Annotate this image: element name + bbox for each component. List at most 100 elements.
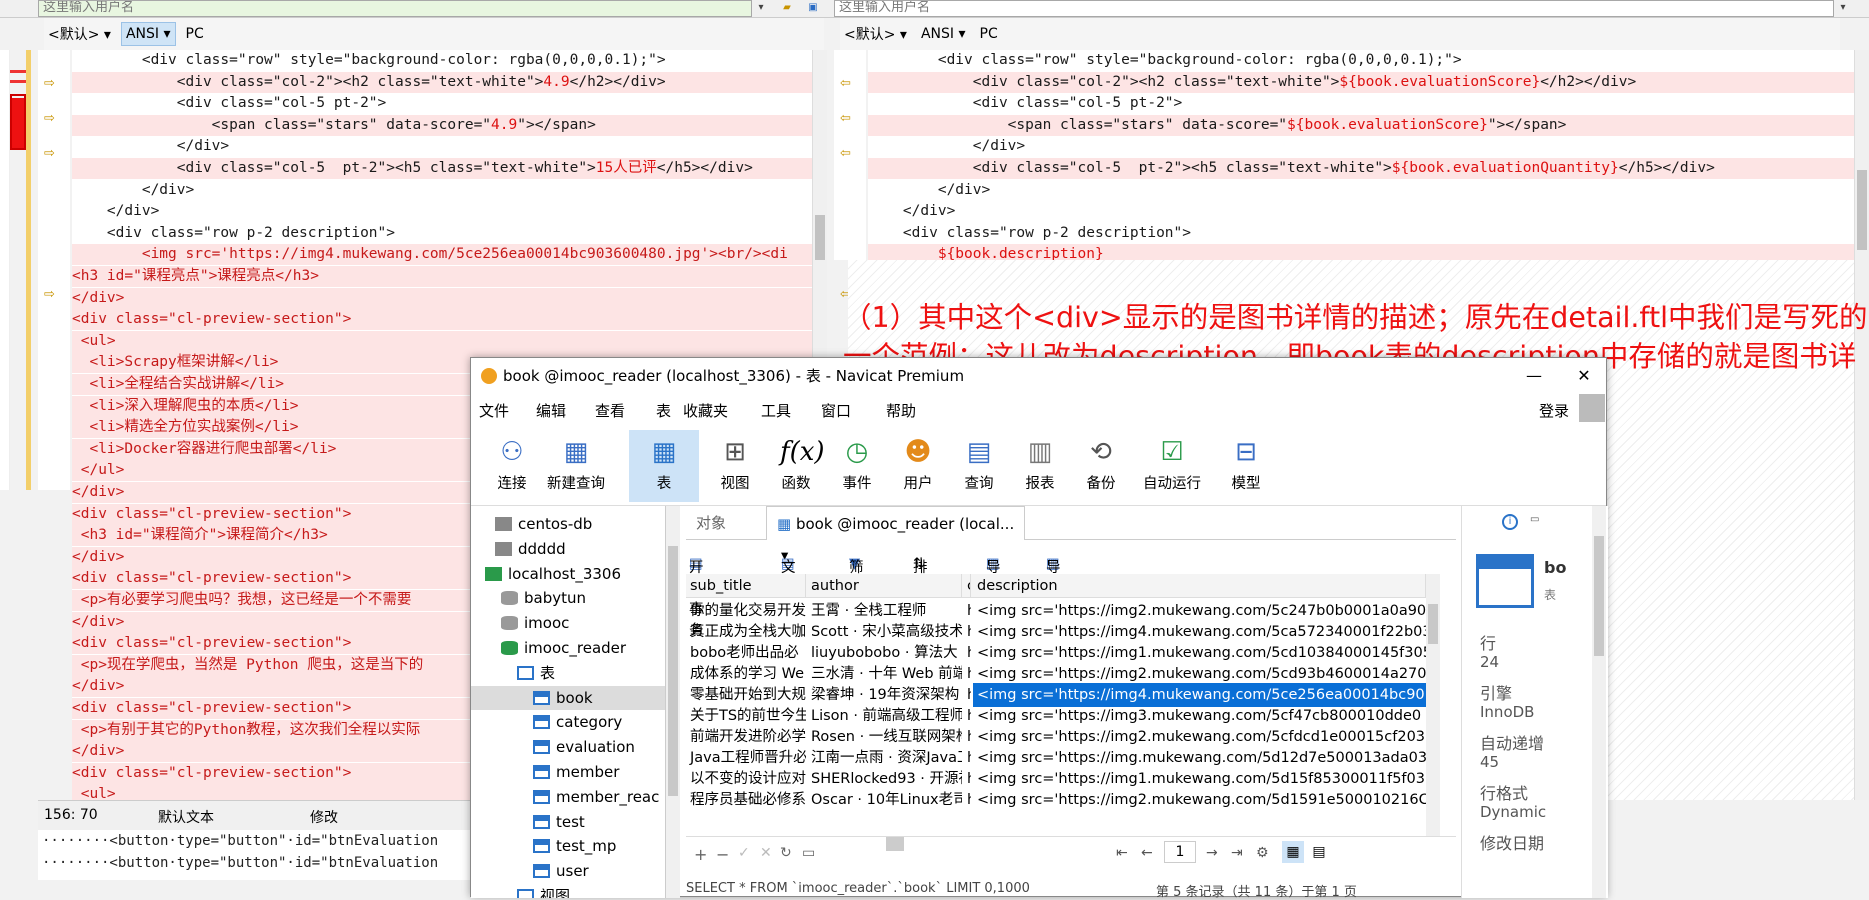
automation-button[interactable]: ☑ 自动运行 (1131, 430, 1213, 502)
menu-view[interactable]: 查看 (595, 400, 625, 421)
code-line[interactable]: <span class="stars" data-score="${book.e… (868, 114, 1858, 136)
discard-icon[interactable]: ✕ (760, 845, 772, 861)
connect-button[interactable]: ⚇ 连接 (477, 430, 547, 502)
code-line[interactable]: <div class="col-2"><h2 class="text-white… (868, 71, 1858, 93)
horizontal-scroll-thumb[interactable] (886, 837, 904, 851)
save-icon[interactable]: ▣ (806, 1, 820, 15)
tree-item-babytun[interactable]: babytun (471, 586, 665, 610)
tree-item-user[interactable]: user (471, 859, 665, 883)
grid-view-icon[interactable]: ▦ (1282, 841, 1304, 863)
diff-arrow-icon[interactable]: ⇦ (840, 111, 851, 126)
diff-arrow-icon[interactable]: ⇨ (44, 287, 55, 302)
code-line[interactable]: <div class="col-5 pt-2"> (868, 93, 1858, 114)
code-line[interactable]: <ul> (72, 330, 812, 352)
diff-overview-map[interactable] (0, 50, 28, 490)
code-line[interactable]: <span class="stars" data-score="4.9"></s… (72, 114, 812, 136)
model-button[interactable]: ⊟ 模型 (1211, 430, 1281, 502)
tree-item-test_mp[interactable]: test_mp (471, 834, 665, 858)
tree-item-book[interactable]: book (471, 685, 665, 710)
menu-file[interactable]: 文件 (479, 400, 509, 421)
right-code-editor[interactable]: <div class="row" style="background-color… (868, 50, 1858, 260)
left-preset-select[interactable]: <默认> ▾ (44, 21, 115, 47)
code-line[interactable]: <div class="row" style="background-color… (72, 50, 812, 71)
column-header[interactable]: author (807, 574, 962, 597)
right-eol-label[interactable]: PC (976, 23, 1002, 45)
menu-tools[interactable]: 工具 (761, 400, 791, 421)
grid-settings-icon[interactable]: ⚙ (1256, 845, 1269, 861)
table-button[interactable]: ▦ 表 (629, 430, 699, 502)
view-button[interactable]: ⊞ 视图 (700, 430, 770, 502)
code-line[interactable]: </div> (72, 287, 812, 309)
table-cell[interactable]: h (963, 788, 971, 812)
event-button[interactable]: ◷ 事件 (822, 430, 892, 502)
delete-record-icon[interactable]: − (716, 845, 729, 864)
diff-arrow-icon[interactable]: ⇨ (44, 76, 55, 91)
tab-book-table[interactable]: ▦ book @imooc_reader (local... (766, 506, 1026, 540)
query-button[interactable]: ▤ 查询 (944, 430, 1014, 502)
tree-scrollbar[interactable] (666, 506, 680, 898)
close-icon[interactable]: ✕ (1561, 358, 1607, 394)
right-preset-select[interactable]: <默认> ▾ (840, 21, 911, 47)
tree-item-localhost_3306[interactable]: localhost_3306 (471, 562, 665, 586)
menu-help[interactable]: 帮助 (886, 400, 916, 421)
code-line[interactable]: </div> (868, 136, 1858, 157)
code-line[interactable]: <div class="row p-2 description"> (72, 223, 812, 244)
code-line[interactable]: </div> (868, 180, 1858, 201)
refresh-icon[interactable]: ↻ (780, 845, 792, 861)
table-row[interactable]: 程序员基础必修系Oscar · 10年Linux老司h<img src='htt… (686, 788, 1426, 812)
right-encoding-select[interactable]: ANSI ▾ (917, 23, 970, 45)
first-page-icon[interactable]: ⇤ (1116, 845, 1128, 861)
column-header[interactable]: c (963, 574, 971, 597)
table-cell[interactable]: Oscar · 10年Linux老司 (807, 788, 962, 812)
code-line[interactable]: <img src='https://img4.mukewang.com/5ce2… (72, 244, 812, 266)
tree-item-evaluation[interactable]: evaluation (471, 735, 665, 759)
info-scrollbar[interactable] (1592, 506, 1606, 898)
left-path-dropdown-icon[interactable]: ▾ (754, 1, 768, 15)
right-path-input[interactable]: 这里输入用户名 (834, 0, 1834, 17)
tree-item-ddddd[interactable]: ddddd (471, 537, 665, 561)
report-button[interactable]: ▥ 报表 (1005, 430, 1075, 502)
tab-objects[interactable]: 对象 (686, 506, 736, 540)
table-cell[interactable]: <img src='https://img2.mukewang.com/5d15… (973, 788, 1426, 812)
form-view-icon[interactable]: ▤ (1308, 841, 1330, 863)
tree-item-member[interactable]: member (471, 760, 665, 784)
page-number-input[interactable]: 1 (1164, 841, 1196, 863)
left-eol-label[interactable]: PC (182, 23, 208, 45)
open-folder-icon[interactable]: ▰ (780, 1, 794, 15)
tree-item-category[interactable]: category (471, 710, 665, 734)
menu-favorites[interactable]: 收藏夹 (683, 400, 728, 421)
ddl-icon[interactable]: ▭ (1530, 514, 1539, 525)
right-path-dropdown-icon[interactable]: ▾ (1836, 1, 1850, 15)
new-query-button[interactable]: ▦ 新建查询 (541, 430, 611, 502)
diff-arrow-icon[interactable]: ⇨ (44, 146, 55, 161)
stop-icon[interactable]: ▭ (802, 845, 815, 861)
code-line[interactable]: </div> (72, 180, 812, 201)
code-line[interactable]: </div> (72, 201, 812, 222)
code-line[interactable]: </div> (72, 136, 812, 157)
function-button[interactable]: f(x) 函数 (761, 430, 831, 502)
tree-item-test[interactable]: test (471, 810, 665, 834)
code-line[interactable]: <div class="col-5 pt-2"><h5 class="text-… (72, 158, 812, 179)
column-header[interactable]: sub_title (686, 574, 806, 597)
code-line[interactable]: <div class="col-2"><h2 class="text-white… (72, 71, 812, 93)
menu-table[interactable]: 表 (656, 400, 671, 421)
code-line[interactable]: ${book.description} (868, 244, 1858, 260)
menu-window[interactable]: 窗口 (821, 400, 851, 421)
diff-arrow-icon[interactable]: ⇦ (840, 76, 851, 91)
user-button[interactable]: ☻ 用户 (883, 430, 953, 502)
table-cell[interactable]: 程序员基础必修系 (686, 788, 806, 812)
column-header[interactable]: description (973, 574, 1426, 597)
left-path-input[interactable]: 这里输入用户名 (38, 0, 752, 17)
backup-button[interactable]: ⟲ 备份 (1066, 430, 1136, 502)
code-line[interactable]: <div class="row" style="background-color… (868, 50, 1858, 71)
text-button[interactable]: ▤ 文本 ▾ (781, 548, 796, 597)
avatar[interactable] (1579, 394, 1605, 422)
code-line[interactable]: </div> (868, 201, 1858, 222)
last-page-icon[interactable]: ⇥ (1231, 845, 1243, 861)
left-encoding-select[interactable]: ANSI ▾ (120, 22, 176, 46)
code-line[interactable]: <div class="cl-preview-section"> (72, 309, 812, 331)
code-line[interactable]: <div class="col-5 pt-2"> (72, 93, 812, 114)
next-page-icon[interactable]: → (1206, 845, 1218, 861)
right-editor-scrollbar[interactable] (1854, 50, 1869, 800)
diff-arrow-icon[interactable]: ⇨ (44, 111, 55, 126)
